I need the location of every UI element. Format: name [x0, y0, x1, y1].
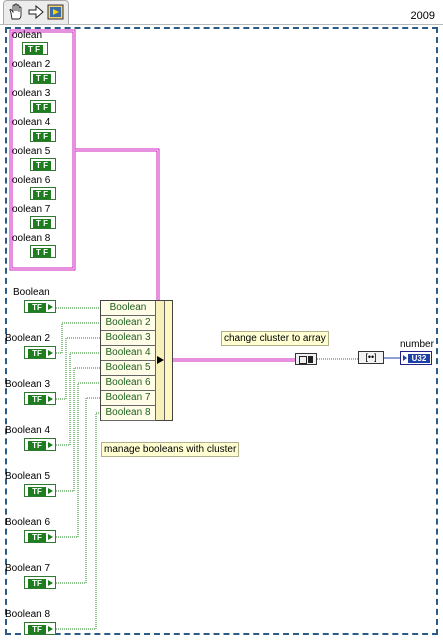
cluster-boolean-3[interactable]: T F — [30, 100, 56, 113]
control-label-8: Boolean 8 — [5, 609, 51, 620]
bundle-row[interactable]: Boolean — [101, 301, 156, 316]
comment-manage-booleans[interactable]: manage booleans with cluster — [101, 442, 240, 457]
output-arrow-icon — [48, 396, 53, 402]
cluster-label-7: oolean 7 — [12, 204, 51, 215]
cluster-boolean-8[interactable]: T F — [30, 245, 56, 258]
cluster-label-2: oolean 2 — [12, 59, 51, 70]
tf-icon: T F — [33, 161, 51, 170]
tf-icon: TF — [28, 441, 46, 450]
bundle-row[interactable]: Boolean 6 — [101, 376, 156, 391]
cluster-label-5: oolean 5 — [12, 146, 51, 157]
cluster-wire-in — [75, 148, 160, 300]
output-arrow-icon — [48, 534, 53, 540]
bundle-row[interactable]: Boolean 8 — [101, 406, 156, 421]
bundle-row[interactable]: Boolean 7 — [101, 391, 156, 406]
tf-icon: TF — [28, 533, 46, 542]
bundle-row[interactable]: Boolean 5 — [101, 361, 156, 376]
cluster-label-1: oolean — [12, 30, 43, 41]
tf-icon: T F — [33, 219, 51, 228]
boolean-control-1[interactable]: TF — [24, 300, 56, 313]
control-label-2: Boolean 2 — [5, 333, 51, 344]
output-arrow-icon — [48, 488, 53, 494]
output-arrow-icon — [48, 580, 53, 586]
bundle-row[interactable]: Boolean 2 — [101, 316, 156, 331]
number-label: number — [400, 339, 434, 350]
tf-icon: T F — [25, 45, 43, 54]
bundle-stripe — [165, 301, 172, 420]
boolean-control-3[interactable]: TF — [24, 392, 56, 405]
control-label-7: Boolean 7 — [5, 563, 51, 574]
array-icon — [299, 356, 307, 364]
output-arrow-icon — [48, 626, 53, 632]
boolean-wire-6 — [56, 382, 100, 538]
cluster-to-array-node[interactable] — [295, 353, 317, 365]
cluster-boolean-6[interactable]: T F — [30, 187, 56, 200]
boolean-control-6[interactable]: TF — [24, 530, 56, 543]
tf-icon: T F — [33, 248, 51, 257]
boolean-control-5[interactable]: TF — [24, 484, 56, 497]
boolean-control-2[interactable]: TF — [24, 346, 56, 359]
tf-icon: T F — [33, 190, 51, 199]
input-arrow-icon — [403, 355, 407, 361]
output-arrow-icon — [48, 304, 53, 310]
boolean-array-to-number-node[interactable]: [••] — [358, 351, 384, 364]
control-label-1: Boolean — [13, 287, 50, 298]
tf-icon: TF — [28, 579, 46, 588]
tf-icon: TF — [28, 349, 46, 358]
control-label-4: Boolean 4 — [5, 425, 51, 436]
cluster-boolean-5[interactable]: T F — [30, 158, 56, 171]
cluster-boolean-1[interactable]: T F — [22, 42, 48, 55]
boolean-control-4[interactable]: TF — [24, 438, 56, 451]
tf-icon: T F — [33, 74, 51, 83]
control-label-3: Boolean 3 — [5, 379, 51, 390]
tf-icon: T F — [33, 132, 51, 141]
bundle-output-terminal-icon — [157, 356, 164, 364]
bundle-row[interactable]: Boolean 4 — [101, 346, 156, 361]
cluster-label-6: oolean 6 — [12, 175, 51, 186]
cluster-boolean-4[interactable]: T F — [30, 129, 56, 142]
tf-icon: T F — [33, 103, 51, 112]
cluster-wire-in-center — [75, 149, 159, 300]
boolean-control-8[interactable]: TF — [24, 622, 56, 635]
cluster-label-8: oolean 8 — [12, 233, 51, 244]
tf-icon: TF — [28, 625, 46, 634]
output-arrow-icon — [48, 350, 53, 356]
wires — [9, 29, 400, 630]
number-indicator[interactable]: U32 — [400, 351, 432, 365]
tf-icon: TF — [28, 487, 46, 496]
output-arrow-icon — [48, 442, 53, 448]
control-label-6: Boolean 6 — [5, 517, 51, 528]
comment-change-cluster[interactable]: change cluster to array — [221, 331, 329, 346]
cluster-boolean-7[interactable]: T F — [30, 216, 56, 229]
array-icon-bar — [308, 356, 313, 363]
cluster-boolean-2[interactable]: T F — [30, 71, 56, 84]
tf-icon: TF — [28, 303, 46, 312]
bundle-row[interactable]: Boolean 3 — [101, 331, 156, 346]
cluster-label-4: oolean 4 — [12, 117, 51, 128]
control-label-5: Boolean 5 — [5, 471, 51, 482]
u32-type-icon: U32 — [408, 354, 430, 363]
boolean-control-7[interactable]: TF — [24, 576, 56, 589]
tf-icon: TF — [28, 395, 46, 404]
cluster-label-3: oolean 3 — [12, 88, 51, 99]
